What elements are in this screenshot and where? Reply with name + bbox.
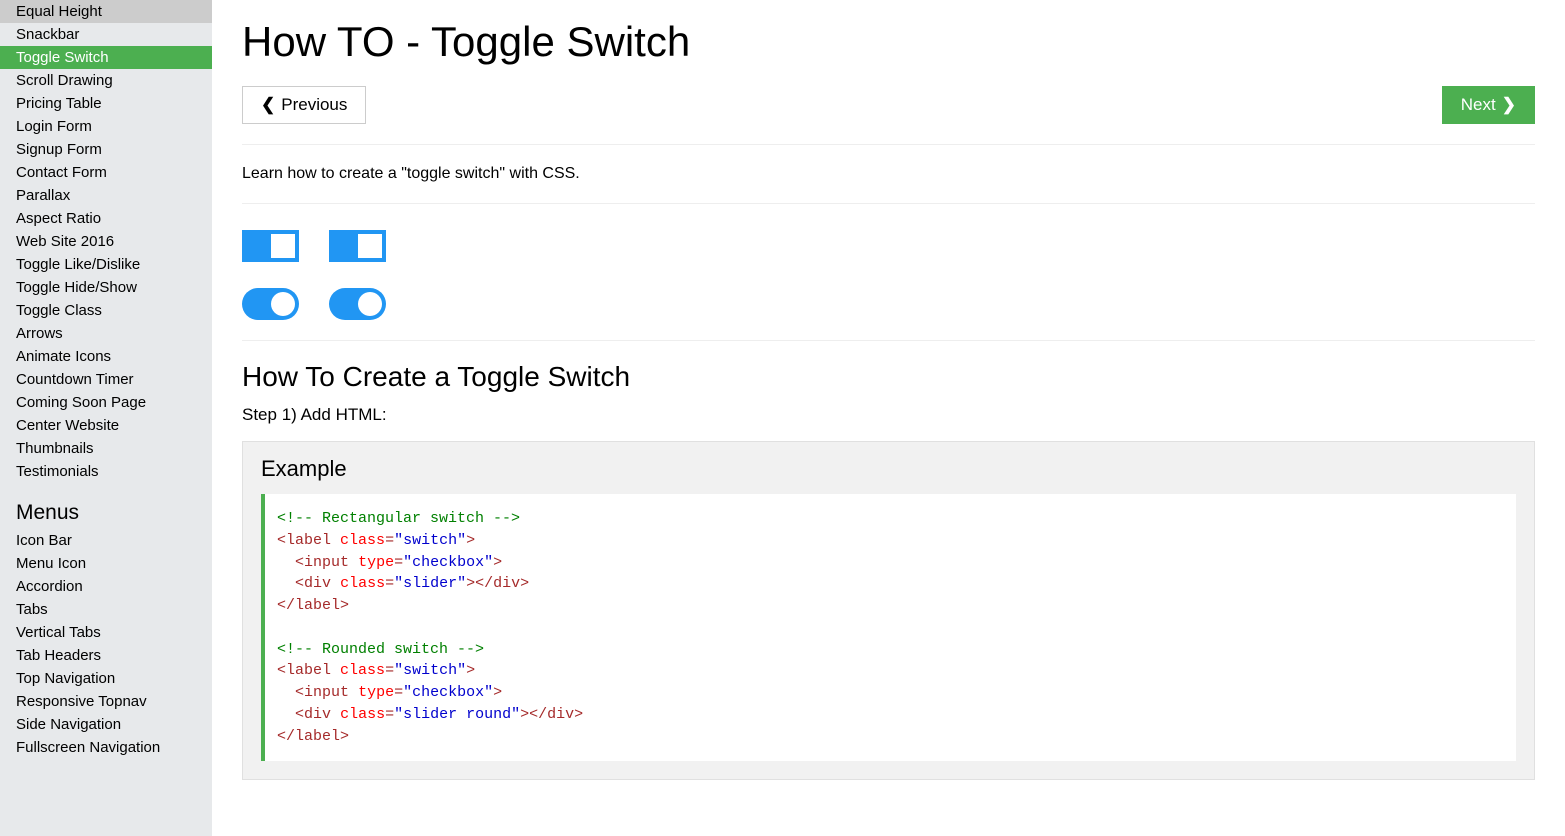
- sidebar-item[interactable]: Snackbar: [0, 23, 212, 46]
- sidebar: Equal HeightSnackbarToggle SwitchScroll …: [0, 0, 212, 836]
- sidebar-item[interactable]: Accordion: [0, 575, 212, 598]
- previous-label: Previous: [281, 95, 347, 115]
- section-title: How To Create a Toggle Switch: [242, 361, 1535, 393]
- sidebar-item[interactable]: Parallax: [0, 184, 212, 207]
- switch-rectangular-on-2[interactable]: [329, 230, 386, 262]
- sidebar-item[interactable]: Web Site 2016: [0, 230, 212, 253]
- sidebar-item[interactable]: Tabs: [0, 598, 212, 621]
- sidebar-item[interactable]: Toggle Switch: [0, 46, 212, 69]
- sidebar-item[interactable]: Equal Height: [0, 0, 212, 23]
- sidebar-item[interactable]: Toggle Class: [0, 299, 212, 322]
- sidebar-heading-menus: Menus: [0, 483, 212, 529]
- sidebar-item[interactable]: Testimonials: [0, 460, 212, 483]
- sidebar-item[interactable]: Icon Bar: [0, 529, 212, 552]
- sidebar-item[interactable]: Side Navigation: [0, 713, 212, 736]
- sidebar-item[interactable]: Coming Soon Page: [0, 391, 212, 414]
- divider: [242, 340, 1535, 341]
- next-label: Next: [1461, 95, 1496, 115]
- sidebar-item[interactable]: Center Website: [0, 414, 212, 437]
- nav-buttons: ❮ Previous Next ❯: [242, 86, 1535, 124]
- step-1: Step 1) Add HTML:: [242, 405, 1535, 425]
- divider: [242, 144, 1535, 145]
- intro-text: Learn how to create a "toggle switch" wi…: [242, 165, 1535, 183]
- sidebar-item[interactable]: Animate Icons: [0, 345, 212, 368]
- previous-button[interactable]: ❮ Previous: [242, 86, 366, 124]
- sidebar-item[interactable]: Responsive Topnav: [0, 690, 212, 713]
- chevron-right-icon: ❯: [1502, 95, 1516, 115]
- page-title: How TO - Toggle Switch: [242, 18, 1535, 66]
- sidebar-item[interactable]: Top Navigation: [0, 667, 212, 690]
- main-content: How TO - Toggle Switch ❮ Previous Next ❯…: [212, 0, 1565, 836]
- sidebar-item[interactable]: Scroll Drawing: [0, 69, 212, 92]
- sidebar-item[interactable]: Toggle Like/Dislike: [0, 253, 212, 276]
- sidebar-item[interactable]: Fullscreen Navigation: [0, 736, 212, 759]
- sidebar-item[interactable]: Toggle Hide/Show: [0, 276, 212, 299]
- chevron-left-icon: ❮: [261, 95, 275, 115]
- example-box: Example <!-- Rectangular switch --> <lab…: [242, 441, 1535, 780]
- switch-rounded-on-2[interactable]: [329, 288, 386, 320]
- switch-rounded-on[interactable]: [242, 288, 299, 320]
- sidebar-item[interactable]: Menu Icon: [0, 552, 212, 575]
- sidebar-item[interactable]: Login Form: [0, 115, 212, 138]
- switch-demo-row-1: [242, 230, 1535, 262]
- sidebar-item[interactable]: Aspect Ratio: [0, 207, 212, 230]
- sidebar-item[interactable]: Vertical Tabs: [0, 621, 212, 644]
- sidebar-item[interactable]: Countdown Timer: [0, 368, 212, 391]
- switch-rectangular-on[interactable]: [242, 230, 299, 262]
- code-block: <!-- Rectangular switch --> <label class…: [261, 494, 1516, 761]
- next-button[interactable]: Next ❯: [1442, 86, 1535, 124]
- example-title: Example: [261, 456, 1516, 482]
- divider: [242, 203, 1535, 204]
- sidebar-item[interactable]: Tab Headers: [0, 644, 212, 667]
- sidebar-item[interactable]: Signup Form: [0, 138, 212, 161]
- switch-demo-row-2: [242, 288, 1535, 320]
- sidebar-item[interactable]: Pricing Table: [0, 92, 212, 115]
- sidebar-item[interactable]: Contact Form: [0, 161, 212, 184]
- sidebar-item[interactable]: Arrows: [0, 322, 212, 345]
- sidebar-item[interactable]: Thumbnails: [0, 437, 212, 460]
